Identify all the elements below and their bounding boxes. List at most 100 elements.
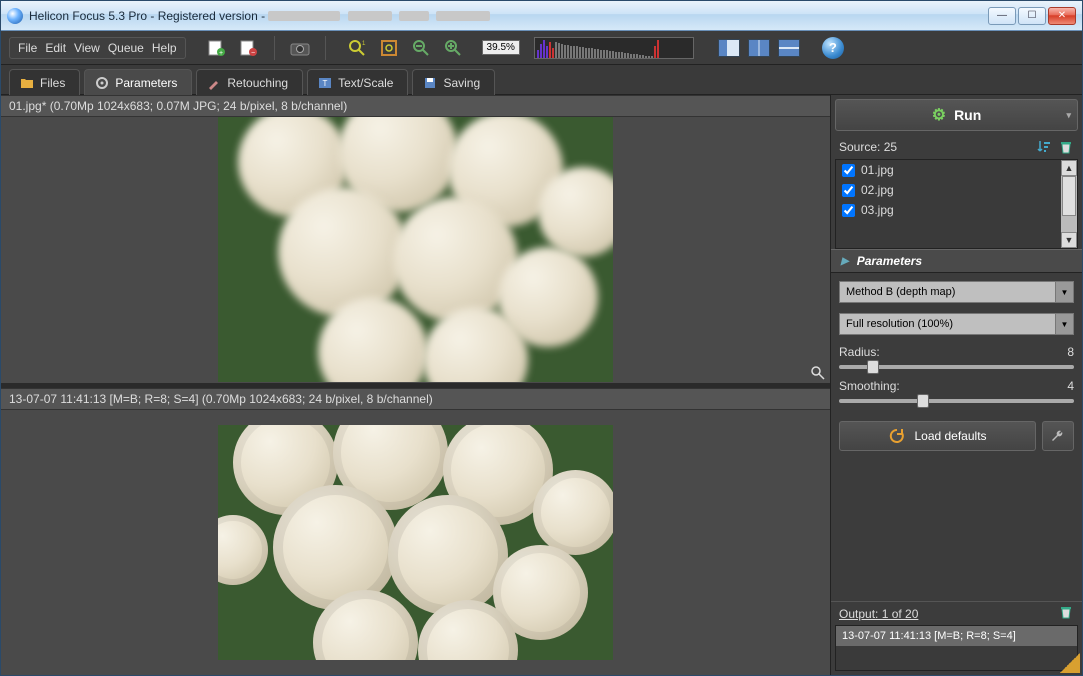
- tab-parameters[interactable]: Parameters: [84, 69, 192, 95]
- tab-label: Parameters: [115, 76, 177, 90]
- source-count: Source: 25: [839, 140, 897, 154]
- separator: [325, 36, 326, 60]
- redacted-segment: [399, 11, 429, 21]
- source-row[interactable]: 03.jpg: [836, 200, 1077, 220]
- run-gear-icon: ⚙: [932, 105, 946, 125]
- window-buttons: — ☐ ✕: [988, 7, 1076, 25]
- smoothing-value: 4: [1067, 379, 1074, 393]
- resolution-dropdown[interactable]: Full resolution (100%) ▼: [839, 313, 1074, 335]
- tabbar: Files Parameters Retouching T Text/Scale…: [1, 65, 1082, 95]
- sort-icon[interactable]: [1036, 139, 1052, 155]
- zoom-fit-icon[interactable]: [378, 37, 400, 59]
- smoothing-slider[interactable]: [839, 399, 1074, 403]
- output-count: Output: 1 of 20: [839, 607, 918, 621]
- gear-icon: [95, 76, 109, 90]
- toolbar-zoom-icons: 1:1: [346, 37, 464, 59]
- output-list[interactable]: 13-07-07 11:41:13 [M=B; R=8; S=4]: [835, 625, 1078, 671]
- refresh-icon: [888, 427, 906, 445]
- menu-view[interactable]: View: [74, 41, 100, 55]
- window-title: Helicon Focus 5.3 Pro - Registered versi…: [29, 9, 988, 23]
- run-dropdown-arrow[interactable]: ▾: [1066, 110, 1071, 121]
- parameters-panel: Method B (depth map) ▼ Full resolution (…: [831, 273, 1082, 459]
- source-row[interactable]: 02.jpg: [836, 180, 1077, 200]
- svg-text:1:1: 1:1: [362, 41, 366, 47]
- radius-slider[interactable]: [839, 365, 1074, 369]
- redacted-segment: [348, 11, 392, 21]
- tab-files[interactable]: Files: [9, 69, 80, 95]
- tab-label: Files: [40, 76, 65, 90]
- top-image-pane[interactable]: [1, 117, 830, 383]
- bottom-image: [218, 425, 613, 660]
- resolution-value: Full resolution (100%): [846, 318, 953, 330]
- zoom-out-icon[interactable]: [410, 37, 432, 59]
- source-checkbox[interactable]: [842, 184, 855, 197]
- magnifier-icon[interactable]: [810, 365, 826, 381]
- dropdown-arrow-icon: ▼: [1055, 314, 1073, 334]
- close-button[interactable]: ✕: [1048, 7, 1076, 25]
- horizontal-splitter[interactable]: [1, 383, 830, 388]
- app-window: Helicon Focus 5.3 Pro - Registered versi…: [0, 0, 1083, 676]
- menu-edit[interactable]: Edit: [45, 41, 66, 55]
- svg-text:−: −: [251, 50, 255, 57]
- svg-text:+: +: [219, 50, 223, 57]
- histogram[interactable]: [534, 37, 694, 59]
- source-filename: 03.jpg: [861, 203, 894, 217]
- scroll-thumb[interactable]: [1062, 176, 1076, 216]
- source-list[interactable]: 01.jpg 02.jpg 03.jpg ▲ ▼: [835, 159, 1078, 249]
- help-icon[interactable]: ?: [822, 37, 844, 59]
- dropdown-arrow-icon: ▼: [1055, 282, 1073, 302]
- text-icon: T: [318, 76, 332, 90]
- layout-split-v-icon[interactable]: [748, 39, 770, 57]
- parameters-section-header[interactable]: ▶ Parameters: [831, 249, 1082, 273]
- slider-thumb[interactable]: [917, 394, 929, 408]
- brush-icon: [207, 76, 221, 90]
- camera-icon[interactable]: [289, 37, 311, 59]
- tab-text-scale[interactable]: T Text/Scale: [307, 69, 408, 95]
- tab-label: Retouching: [227, 76, 288, 90]
- collapse-arrow-icon: ▶: [841, 256, 849, 267]
- zoom-percent[interactable]: 39.5%: [482, 40, 520, 55]
- scroll-up-arrow[interactable]: ▲: [1061, 160, 1077, 176]
- maximize-button[interactable]: ☐: [1018, 7, 1046, 25]
- minimize-button[interactable]: —: [988, 7, 1016, 25]
- source-checkbox[interactable]: [842, 164, 855, 177]
- titlebar: Helicon Focus 5.3 Pro - Registered versi…: [1, 1, 1082, 31]
- output-header[interactable]: Output: 1 of 20: [831, 601, 1082, 625]
- output-row[interactable]: 13-07-07 11:41:13 [M=B; R=8; S=4]: [836, 626, 1077, 646]
- add-file-icon[interactable]: +: [206, 37, 228, 59]
- bottom-image-pane[interactable]: [1, 410, 830, 676]
- wrench-icon: [1049, 427, 1067, 445]
- slider-thumb[interactable]: [867, 360, 879, 374]
- tab-label: Text/Scale: [338, 76, 393, 90]
- bottom-image-info: 13-07-07 11:41:13 [M=B; R=8; S=4] (0.70M…: [1, 388, 830, 410]
- menu-queue[interactable]: Queue: [108, 41, 144, 55]
- layout-single-icon[interactable]: [718, 39, 740, 57]
- radius-control: Radius: 8: [839, 345, 1074, 369]
- source-filename: 01.jpg: [861, 163, 894, 177]
- trash-icon[interactable]: [1058, 604, 1074, 623]
- resize-grip[interactable]: [1060, 653, 1080, 673]
- tab-retouching[interactable]: Retouching: [196, 69, 303, 95]
- load-defaults-button[interactable]: Load defaults: [839, 421, 1036, 451]
- source-filename: 02.jpg: [861, 183, 894, 197]
- redacted-segment: [436, 11, 490, 21]
- source-checkbox[interactable]: [842, 204, 855, 217]
- menu-help[interactable]: Help: [152, 41, 177, 55]
- source-row[interactable]: 01.jpg: [836, 160, 1077, 180]
- menu-file[interactable]: File: [18, 41, 37, 55]
- radius-value: 8: [1067, 345, 1074, 359]
- zoom-actual-icon[interactable]: 1:1: [346, 37, 368, 59]
- tab-saving[interactable]: Saving: [412, 69, 495, 95]
- viewer: 01.jpg* (0.70Mp 1024x683; 0.07M JPG; 24 …: [1, 95, 830, 675]
- remove-file-icon[interactable]: −: [238, 37, 260, 59]
- trash-icon[interactable]: [1058, 139, 1074, 155]
- layout-split-h-icon[interactable]: [778, 39, 800, 57]
- zoom-in-icon[interactable]: [442, 37, 464, 59]
- scroll-down-arrow[interactable]: ▼: [1061, 232, 1077, 248]
- defaults-row: Load defaults: [839, 421, 1074, 451]
- method-dropdown[interactable]: Method B (depth map) ▼: [839, 281, 1074, 303]
- run-button[interactable]: ⚙ Run ▾: [835, 99, 1078, 131]
- settings-button[interactable]: [1042, 421, 1074, 451]
- scroll-track[interactable]: [1061, 176, 1077, 232]
- source-scrollbar[interactable]: ▲ ▼: [1061, 160, 1077, 248]
